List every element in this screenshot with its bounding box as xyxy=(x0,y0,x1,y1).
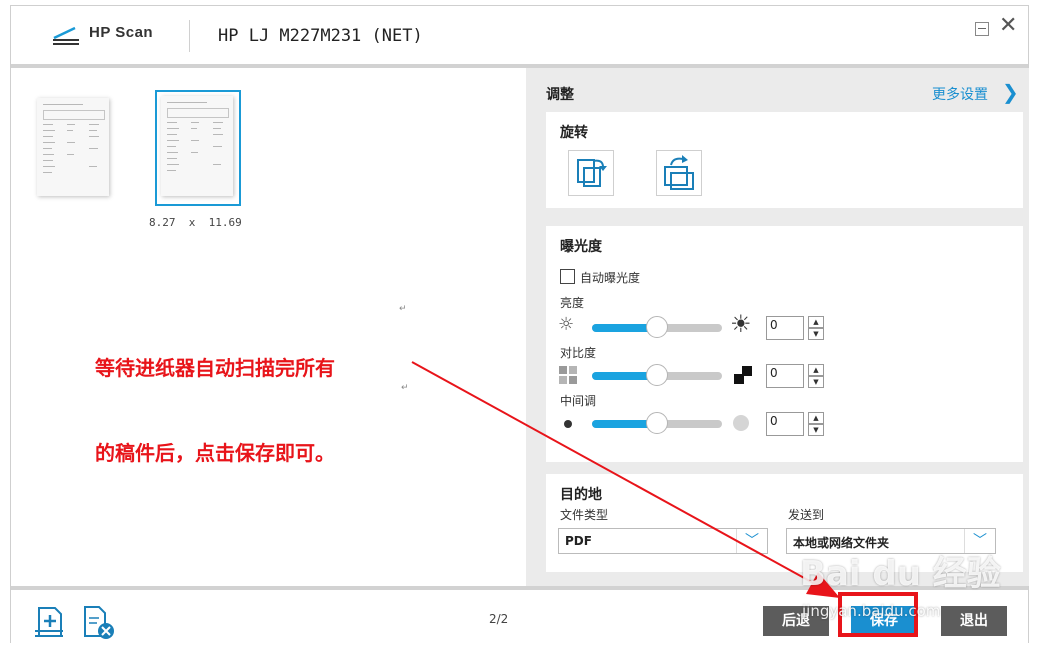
midtone-low-icon xyxy=(564,420,572,428)
auto-exposure-checkbox[interactable] xyxy=(560,269,575,284)
midtone-up-button[interactable]: ▲ xyxy=(808,412,824,424)
watermark-url: jingyan.baidu.com xyxy=(802,602,941,620)
add-page-icon xyxy=(35,607,63,637)
contrast-label: 对比度 xyxy=(560,346,597,360)
close-button[interactable]: ✕ xyxy=(999,15,1017,37)
contrast-slider-knob[interactable] xyxy=(646,364,668,386)
contrast-down-button[interactable]: ▼ xyxy=(808,376,824,388)
app-name: HP Scan xyxy=(89,24,154,41)
page-count: 2/2 xyxy=(489,612,509,626)
contrast-high-icon xyxy=(734,366,752,384)
delete-page-icon xyxy=(84,606,114,639)
delete-page-button[interactable] xyxy=(81,604,117,640)
minimize-button[interactable] xyxy=(975,22,989,36)
page-dimensions: 8.27 x 11.69 xyxy=(149,216,242,229)
page-thumbnail-2[interactable] xyxy=(161,96,233,196)
midtone-down-button[interactable]: ▼ xyxy=(808,424,824,436)
destination-title: 目的地 xyxy=(560,487,602,503)
chevron-down-icon: ﹀ xyxy=(736,529,767,553)
device-name: HP LJ M227M231 (NET) xyxy=(218,26,423,46)
midtone-slider-knob[interactable] xyxy=(646,412,668,434)
brightness-down-button[interactable]: ▼ xyxy=(808,328,824,340)
auto-exposure-label: 自动曝光度 xyxy=(580,271,641,285)
return-mark: ↵ xyxy=(401,383,409,393)
rotate-right-icon xyxy=(664,155,694,190)
brightness-low-icon: ☼ xyxy=(558,314,575,335)
contrast-low-icon xyxy=(559,366,577,384)
contrast-slider[interactable] xyxy=(592,364,722,386)
annotation-line-2: 的稿件后，点击保存即可。 xyxy=(95,441,335,465)
chevron-right-icon[interactable]: ❯ xyxy=(1002,80,1019,104)
scanner-logo-icon xyxy=(53,26,79,45)
exit-button[interactable]: 退出 xyxy=(941,606,1007,636)
preview-area: 8.27 x 11.69 等待进纸器自动扫描完所有 ↵ 的稿件后，点击保存即可。… xyxy=(11,68,525,586)
exposure-card: 曝光度 自动曝光度 亮度 ☼ ☀ 0 ▲ ▼ 对比度 0 ▲ ▼ 中间调 0 ▲… xyxy=(546,226,1023,462)
brightness-slider[interactable] xyxy=(592,316,722,338)
annotation-line-1: 等待进纸器自动扫描完所有 xyxy=(95,356,335,380)
file-type-label: 文件类型 xyxy=(560,508,609,522)
midtone-high-icon xyxy=(733,415,749,431)
brightness-high-icon: ☀ xyxy=(730,310,752,338)
brightness-label: 亮度 xyxy=(560,296,585,310)
exposure-title: 曝光度 xyxy=(560,239,602,255)
send-to-label: 发送到 xyxy=(788,508,825,522)
brightness-up-button[interactable]: ▲ xyxy=(808,316,824,328)
midtone-slider[interactable] xyxy=(592,412,722,434)
rotate-left-icon xyxy=(577,159,607,187)
adjust-panel: 调整 更多设置 ❯ 旋转 曝光度 自动曝光度 亮度 ☼ ☀ 0 ▲ ▼ 对比度 … xyxy=(526,68,1029,586)
midtone-value-field[interactable]: 0 xyxy=(766,412,804,436)
page-thumbnail-1[interactable] xyxy=(37,98,109,196)
contrast-up-button[interactable]: ▲ xyxy=(808,364,824,376)
contrast-value-field[interactable]: 0 xyxy=(766,364,804,388)
rotate-title: 旋转 xyxy=(560,125,588,141)
brightness-value-field[interactable]: 0 xyxy=(766,316,804,340)
panel-title: 调整 xyxy=(546,87,574,103)
add-page-button[interactable] xyxy=(31,604,67,640)
more-settings-link[interactable]: 更多设置 xyxy=(932,84,988,104)
midtone-label: 中间调 xyxy=(560,394,597,408)
rotate-right-button[interactable] xyxy=(656,150,702,196)
file-type-select[interactable]: PDF ﹀ xyxy=(558,528,768,554)
brightness-slider-knob[interactable] xyxy=(646,316,668,338)
watermark-brand: Bai du 经验 xyxy=(800,554,1001,594)
title-bar: HP Scan HP LJ M227M231 (NET) ✕ xyxy=(11,6,1028,68)
rotate-left-button[interactable] xyxy=(568,150,614,196)
rotate-card: 旋转 xyxy=(546,112,1023,208)
return-mark: ↵ xyxy=(399,304,407,314)
title-separator xyxy=(189,20,190,52)
